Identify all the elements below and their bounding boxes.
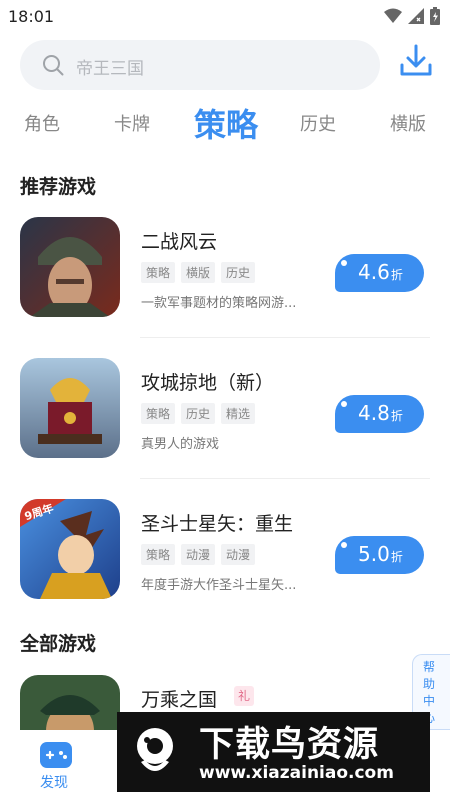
game-name: 二战风云: [141, 231, 218, 253]
bird-logo-icon: [137, 728, 173, 771]
tab-history[interactable]: 历史: [300, 110, 336, 136]
discount-dot: [341, 260, 347, 266]
game-name: 万乘之国: [141, 689, 218, 711]
game-icon-wwii: [20, 217, 120, 317]
section-title-recommended: 推荐游戏: [20, 176, 97, 198]
status-icons: [384, 7, 440, 25]
discount-dot: [341, 542, 347, 548]
game-description: 年度手游大作圣斗士星矢...: [141, 578, 297, 593]
game-name: 攻城掠地（新）: [141, 372, 275, 394]
watermark-banner: 下载鸟资源 www.xiazainiao.com: [117, 712, 430, 792]
discount-value: 4.8折: [358, 401, 403, 425]
search-input[interactable]: 帝王三国: [76, 54, 144, 79]
divider: [140, 478, 430, 479]
watermark-title: 下载鸟资源: [199, 725, 380, 765]
status-bar: 18:01: [0, 0, 450, 34]
category-tabs: 角色 卡牌 策略 历史 横版: [0, 98, 450, 148]
tab-role[interactable]: 角色: [24, 110, 60, 136]
search-bar[interactable]: 帝王三国: [20, 40, 380, 90]
game-tag: 策略: [141, 544, 176, 565]
game-item[interactable]: 攻城掠地（新） 策略 历史 精选 真男人的游戏 4.8折: [0, 358, 450, 498]
game-tag: 历史: [181, 403, 216, 424]
signal-icon: [408, 8, 424, 24]
game-tag: 策略: [141, 403, 176, 424]
game-icon-saint-seiya: 9周年: [20, 499, 120, 599]
game-tag: 策略: [141, 262, 176, 283]
game-tags: 策略 动漫 动漫: [141, 544, 256, 565]
discount-button[interactable]: 4.6折: [335, 254, 424, 292]
tab-horizontal[interactable]: 横版: [390, 110, 426, 136]
section-title-all: 全部游戏: [20, 633, 97, 655]
game-tag: 横版: [181, 262, 216, 283]
gamepad-icon[interactable]: [40, 742, 72, 768]
discount-button[interactable]: 4.8折: [335, 395, 424, 433]
game-item[interactable]: 9周年 圣斗士星矢：重生 策略 动漫 动漫 年度手游大作圣斗士星矢... 5.0…: [0, 499, 450, 639]
game-tag: 动漫: [221, 544, 256, 565]
game-tags: 策略 横版 历史: [141, 262, 256, 283]
download-icon[interactable]: [396, 42, 436, 82]
wifi-icon: [384, 8, 402, 23]
discount-dot: [341, 401, 347, 407]
discount-value: 4.6折: [358, 260, 403, 284]
watermark-url: www.xiazainiao.com: [199, 763, 394, 783]
game-tag: 动漫: [181, 544, 216, 565]
discount-button[interactable]: 5.0折: [335, 536, 424, 574]
game-tag: 历史: [221, 262, 256, 283]
game-tags: 策略 历史 精选: [141, 403, 256, 424]
divider: [140, 337, 430, 338]
tab-strategy[interactable]: 策略: [194, 100, 258, 146]
game-icon-siege: [20, 358, 120, 458]
discount-value: 5.0折: [358, 542, 403, 566]
gift-badge: 礼: [234, 686, 254, 706]
tab-card[interactable]: 卡牌: [114, 110, 150, 136]
game-tag: 精选: [221, 403, 256, 424]
game-description: 一款军事题材的策略网游...: [141, 296, 297, 311]
game-name: 圣斗士星矢：重生: [141, 513, 294, 535]
game-description: 真男人的游戏: [141, 437, 220, 452]
search-icon: [43, 55, 64, 76]
nav-discover-label[interactable]: 发现: [40, 772, 68, 792]
game-item[interactable]: 二战风云 策略 横版 历史 一款军事题材的策略网游... 4.6折: [0, 217, 450, 357]
status-time: 18:01: [8, 7, 55, 26]
battery-icon: [430, 7, 440, 25]
